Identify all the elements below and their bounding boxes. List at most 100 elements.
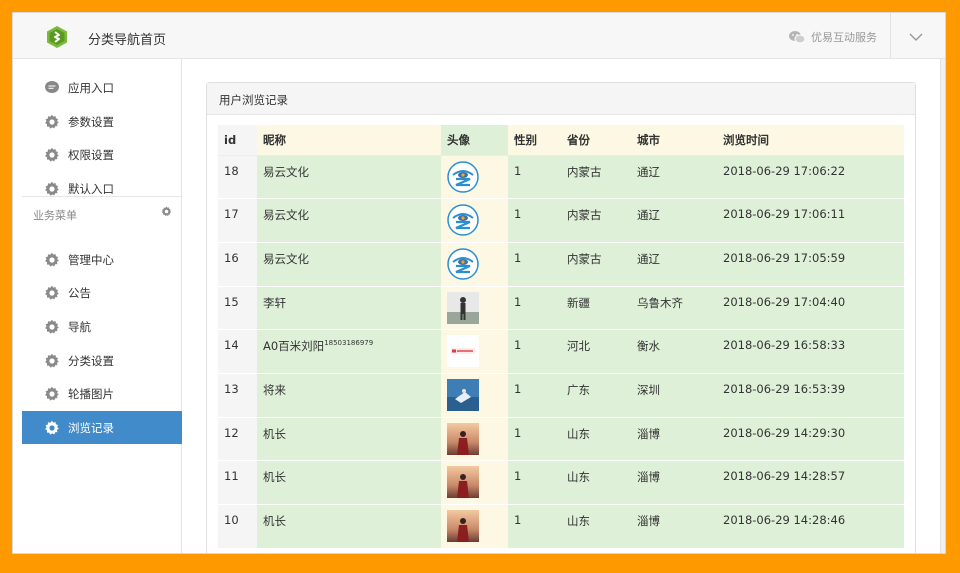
cell-id: 17 [218,198,257,243]
cell-nickname: 机长 [257,504,441,549]
cell-id: 18 [218,155,257,200]
nickname-text: A0百米刘阳 [263,339,325,354]
sidebar-item-browse-history[interactable]: 浏览记录 [22,411,182,444]
sidebar-item-app-entry[interactable]: 应用入口 [22,71,182,104]
column-header-province[interactable]: 省份 [561,125,631,156]
cell-city: 衡水 [631,329,717,374]
cell-province: 新疆 [561,286,631,331]
gear-icon [45,386,59,401]
column-header-nickname[interactable]: 昵称 [257,125,441,156]
cell-province: 内蒙古 [561,242,631,287]
cell-city: 淄博 [631,504,717,549]
cell-city: 深圳 [631,373,717,418]
table-row[interactable]: 18 易云文化 1 内蒙古 通辽 2018-06-29 17:06:22 [218,155,904,200]
sidebar-item-default-entry[interactable]: 默认入口 [22,172,182,205]
cell-gender: 1 [508,329,561,374]
cell-city: 通辽 [631,242,717,287]
page-title[interactable]: 分类导航首页 [88,29,166,48]
sidebar-item-navigation[interactable]: 导航 [22,310,182,343]
sky-photo-avatar-image[interactable] [447,378,508,411]
cell-gender: 1 [508,198,561,243]
sunset-person-avatar-image[interactable] [447,422,508,455]
cell-avatar [441,198,508,243]
cell-nickname: 易云文化 [257,198,441,243]
cell-time: 2018-06-29 17:06:11 [717,198,904,243]
table-row[interactable]: 12 机长 1 山东 淄博 2018-06-29 14:29:30 [218,417,904,462]
nickname-text: 将来 [263,382,286,397]
browse-history-panel: 用户浏览记录 id 昵称 头像 性别 省份 城市 浏览时间 18 易云文化 1 内蒙古… [206,82,916,553]
gear-icon [45,114,59,129]
cell-city: 乌鲁木齐 [631,286,717,331]
gear-icon [45,353,59,368]
table-row[interactable]: 11 机长 1 山东 淄博 2018-06-29 14:28:57 [218,460,904,505]
table-row[interactable]: 15 李轩 1 新疆 乌鲁木齐 2018-06-29 17:04:40 [218,286,904,331]
sidebar-item-announcement[interactable]: 公告 [22,276,182,309]
logo-avatar-image[interactable] [447,248,508,280]
cell-province: 山东 [561,417,631,462]
cell-id: 14 [218,329,257,374]
brand-avatar-image[interactable] [447,335,508,368]
app-logo-icon[interactable] [45,25,69,49]
sidebar-item-category-settings[interactable]: 分类设置 [22,344,182,377]
sidebar: 应用入口 参数设置 权限设置 默认入口 业务菜单 管理中心 公告 导航 分类设置… [22,59,182,553]
column-header-id[interactable]: id [218,125,257,156]
group-settings-gear-icon[interactable] [161,206,172,217]
column-header-time[interactable]: 浏览时间 [717,125,904,156]
sidebar-item-management[interactable]: 管理中心 [22,243,182,276]
sidebar-item-label: 浏览记录 [68,420,114,435]
cell-avatar [441,155,508,200]
cell-nickname: 易云文化 [257,155,441,200]
service-link[interactable]: 优易互动服务 [789,29,877,45]
table-row[interactable]: 16 易云文化 1 内蒙古 通辽 2018-06-29 17:05:59 [218,242,904,287]
header-divider [890,13,891,59]
cell-time: 2018-06-29 14:28:57 [717,460,904,505]
sidebar-item-label: 导航 [68,319,91,334]
table-row[interactable]: 10 机长 1 山东 淄博 2018-06-29 14:28:46 [218,504,904,549]
sidebar-item-permissions[interactable]: 权限设置 [22,138,182,171]
column-header-city[interactable]: 城市 [631,125,717,156]
table-row[interactable]: 14 A0百米刘阳18503186979 1 河北 衡水 2018-06-29 16:58… [218,329,904,374]
sidebar-item-label: 默认入口 [68,181,114,196]
cell-gender: 1 [508,155,561,200]
nickname-superscript: 18503186979 [324,339,374,348]
sidebar-item-label: 权限设置 [68,147,114,162]
top-header: 分类导航首页 优易互动服务 [13,13,945,59]
cell-id: 15 [218,286,257,331]
cell-time: 2018-06-29 17:06:22 [717,155,904,200]
cell-province: 内蒙古 [561,155,631,200]
table-row[interactable]: 13 将来 1 广东 深圳 2018-06-29 16:53:39 [218,373,904,418]
cell-id: 16 [218,242,257,287]
cell-nickname: A0百米刘阳18503186979 [257,329,441,374]
cell-gender: 1 [508,373,561,418]
chat-icon [45,80,59,93]
sidebar-item-label: 参数设置 [68,114,114,129]
sidebar-item-params[interactable]: 参数设置 [22,105,182,138]
sidebar-item-label: 轮播图片 [68,386,114,401]
cell-city: 淄博 [631,460,717,505]
gear-icon [45,181,59,196]
right-edge-bar [940,59,945,553]
nickname-text: 易云文化 [263,251,309,266]
gear-icon [45,252,59,267]
gear-icon [45,420,59,435]
cell-city: 通辽 [631,155,717,200]
cell-province: 广东 [561,373,631,418]
logo-avatar-image[interactable] [447,204,508,236]
cell-province: 山东 [561,460,631,505]
column-header-avatar[interactable]: 头像 [441,125,508,156]
table-row[interactable]: 17 易云文化 1 内蒙古 通辽 2018-06-29 17:06:11 [218,198,904,243]
sunset-person-avatar-image[interactable] [447,466,508,499]
cell-nickname: 机长 [257,460,441,505]
cell-gender: 1 [508,286,561,331]
logo-avatar-image[interactable] [447,160,508,193]
chevron-down-icon[interactable] [908,29,924,45]
sidebar-item-carousel[interactable]: 轮播图片 [22,377,182,410]
person-silhouette-avatar-image[interactable] [447,291,508,324]
service-label: 优易互动服务 [811,31,877,44]
column-header-gender[interactable]: 性别 [508,125,561,156]
gear-icon [45,147,59,162]
cell-time: 2018-06-29 17:04:40 [717,286,904,331]
sunset-person-avatar-image[interactable] [447,510,508,542]
cell-id: 12 [218,417,257,462]
sidebar-item-label: 应用入口 [68,80,114,95]
